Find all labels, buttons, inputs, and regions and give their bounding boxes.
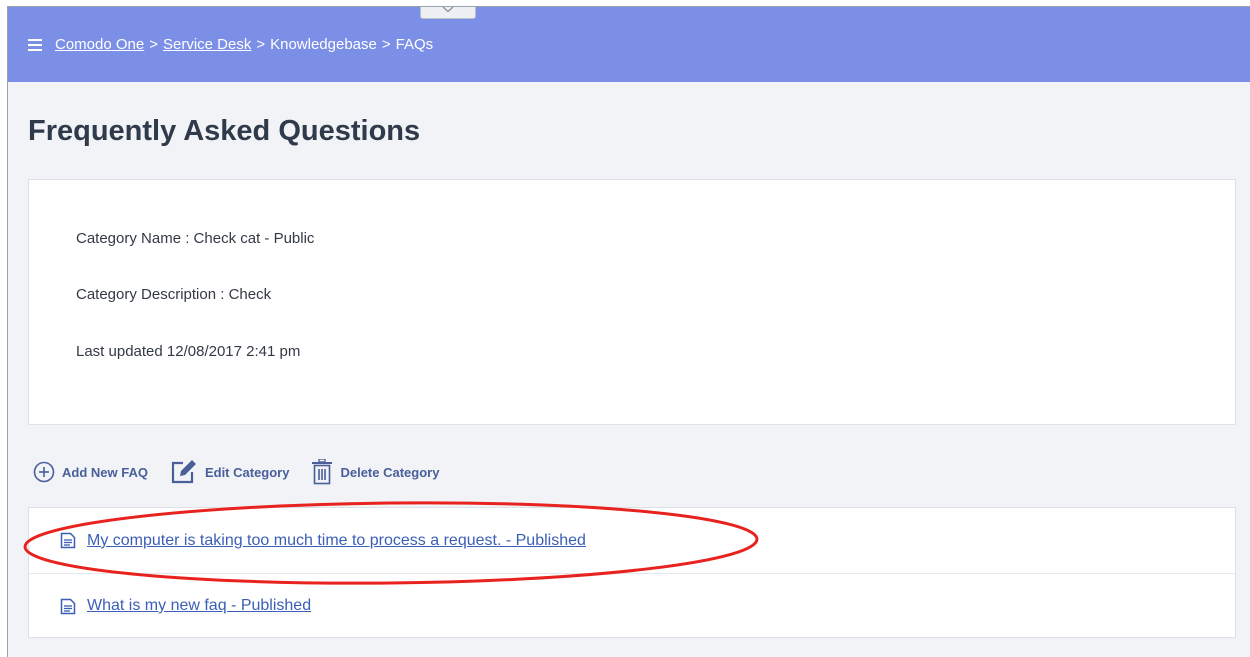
- breadcrumb: Comodo One > Service Desk > Knowledgebas…: [55, 36, 433, 53]
- document-icon: [60, 598, 76, 614]
- breadcrumb-separator: >: [256, 36, 266, 53]
- breadcrumb-separator: >: [149, 36, 158, 53]
- category-description: Category Description : Check: [76, 286, 272, 303]
- faq-item[interactable]: My computer is taking too much time to p…: [29, 508, 1235, 573]
- breadcrumb-knowledgebase: Knowledgebase: [270, 36, 377, 53]
- trash-icon: [312, 459, 333, 485]
- breadcrumb-faqs: FAQs: [395, 36, 434, 53]
- delete-category-label: Delete Category: [340, 464, 440, 480]
- faq-link[interactable]: My computer is taking too much time to p…: [87, 532, 586, 550]
- add-circle-icon: [33, 461, 55, 483]
- menu-icon[interactable]: [28, 38, 42, 51]
- edit-category-label: Edit Category: [204, 464, 290, 480]
- category-name: Category Name : Check cat - Public: [76, 230, 315, 247]
- breadcrumb-service-desk[interactable]: Service Desk: [163, 36, 251, 53]
- top-bar: Comodo One > Service Desk > Knowledgebas…: [8, 7, 1250, 82]
- faq-link[interactable]: What is my new faq - Published: [87, 597, 311, 615]
- edit-icon: [171, 460, 196, 484]
- category-info-card: Category Name : Check cat - Public Categ…: [28, 179, 1236, 425]
- chevron-down-icon: [442, 7, 454, 13]
- collapse-toggle[interactable]: [420, 7, 476, 19]
- edit-category-button[interactable]: Edit Category: [170, 459, 290, 485]
- breadcrumb-comodo-one[interactable]: Comodo One: [55, 36, 144, 53]
- faq-list: My computer is taking too much time to p…: [28, 507, 1236, 638]
- document-icon: [60, 532, 76, 549]
- delete-category-button[interactable]: Delete Category: [311, 459, 439, 485]
- last-updated: Last updated 12/08/2017 2:41 pm: [76, 343, 301, 360]
- breadcrumb-separator: >: [381, 36, 391, 53]
- add-new-faq-label: Add New FAQ: [62, 464, 148, 480]
- page-title: Frequently Asked Questions: [28, 115, 421, 147]
- app-frame: Comodo One > Service Desk > Knowledgebas…: [7, 6, 1250, 657]
- category-actions: Add New FAQ Edit Category Delete Categor…: [33, 459, 461, 485]
- faq-item[interactable]: What is my new faq - Published: [29, 573, 1235, 638]
- add-new-faq-button[interactable]: Add New FAQ: [33, 461, 148, 483]
